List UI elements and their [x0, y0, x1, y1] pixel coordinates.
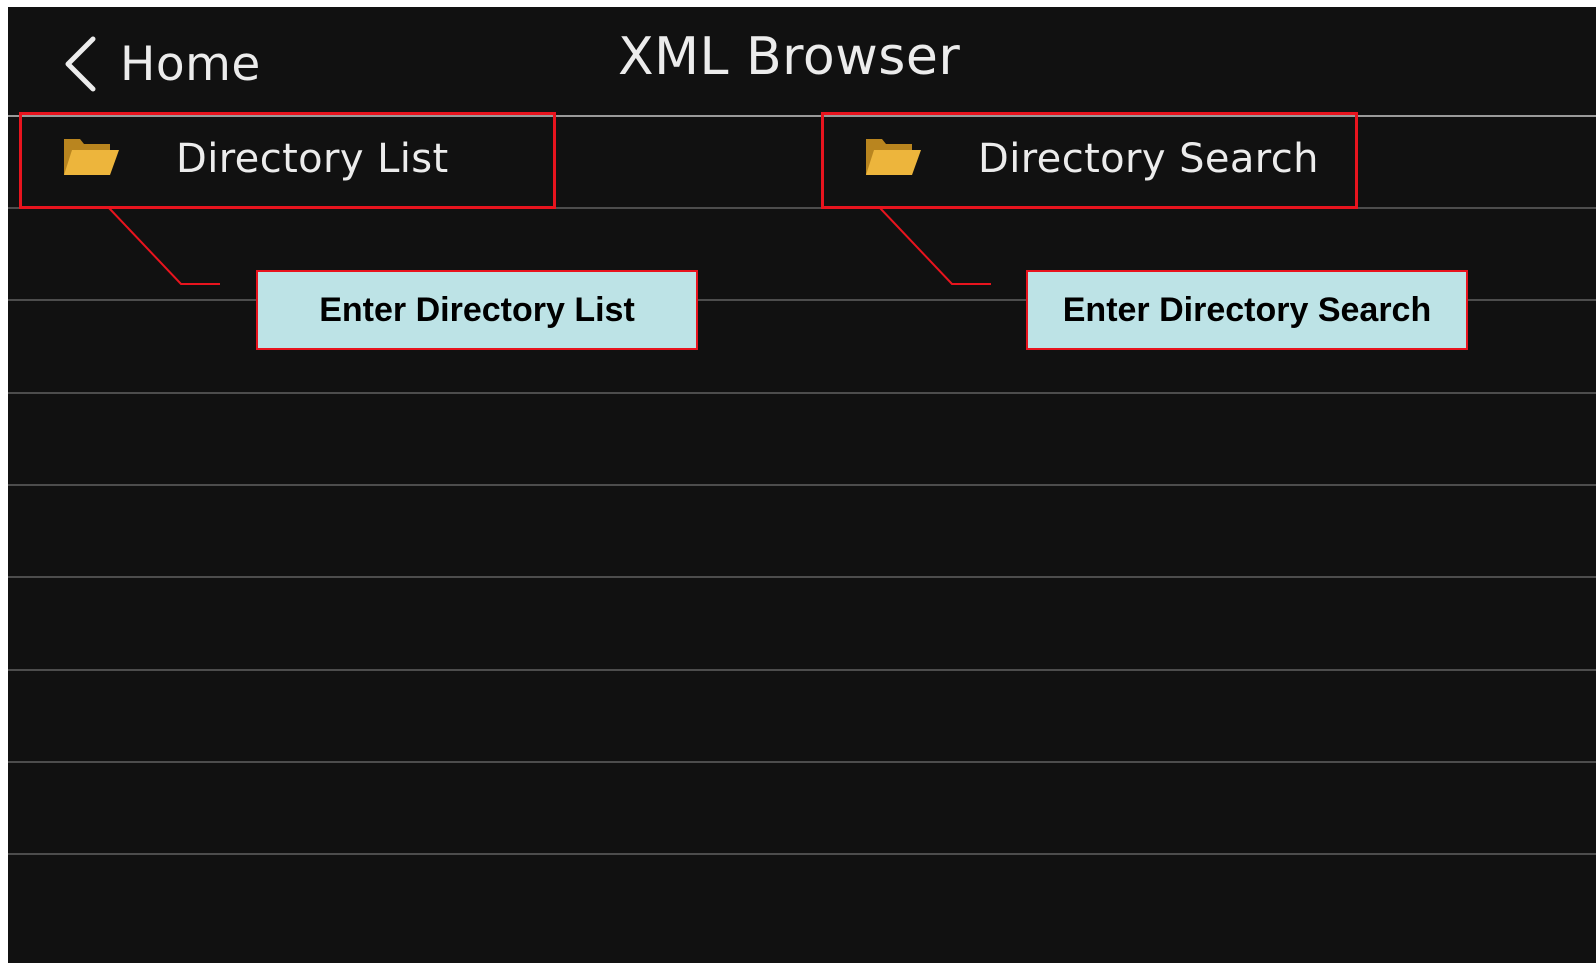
row-divider: [8, 576, 1596, 578]
row-divider: [8, 853, 1596, 855]
row-divider: [8, 669, 1596, 671]
chevron-left-icon: [62, 35, 98, 93]
callout-enter-directory-search: Enter Directory Search: [1026, 270, 1468, 350]
back-home-button[interactable]: Home: [62, 29, 261, 99]
page-title: XML Browser: [618, 27, 961, 87]
menu-item-directory-search[interactable]: Directory Search: [822, 113, 1357, 205]
menu-item-label: Directory List: [176, 136, 449, 182]
screen: Home XML Browser Directory List Director…: [8, 7, 1596, 963]
menu-item-directory-list[interactable]: Directory List: [20, 113, 555, 205]
folder-open-icon: [864, 135, 922, 183]
folder-open-icon: [62, 135, 120, 183]
callout-enter-directory-list: Enter Directory List: [256, 270, 698, 350]
row-divider: [8, 392, 1596, 394]
menu-item-label: Directory Search: [978, 136, 1319, 182]
back-label: Home: [120, 36, 261, 92]
row-divider: [8, 761, 1596, 763]
row-divider: [8, 207, 1596, 209]
row-divider: [8, 484, 1596, 486]
